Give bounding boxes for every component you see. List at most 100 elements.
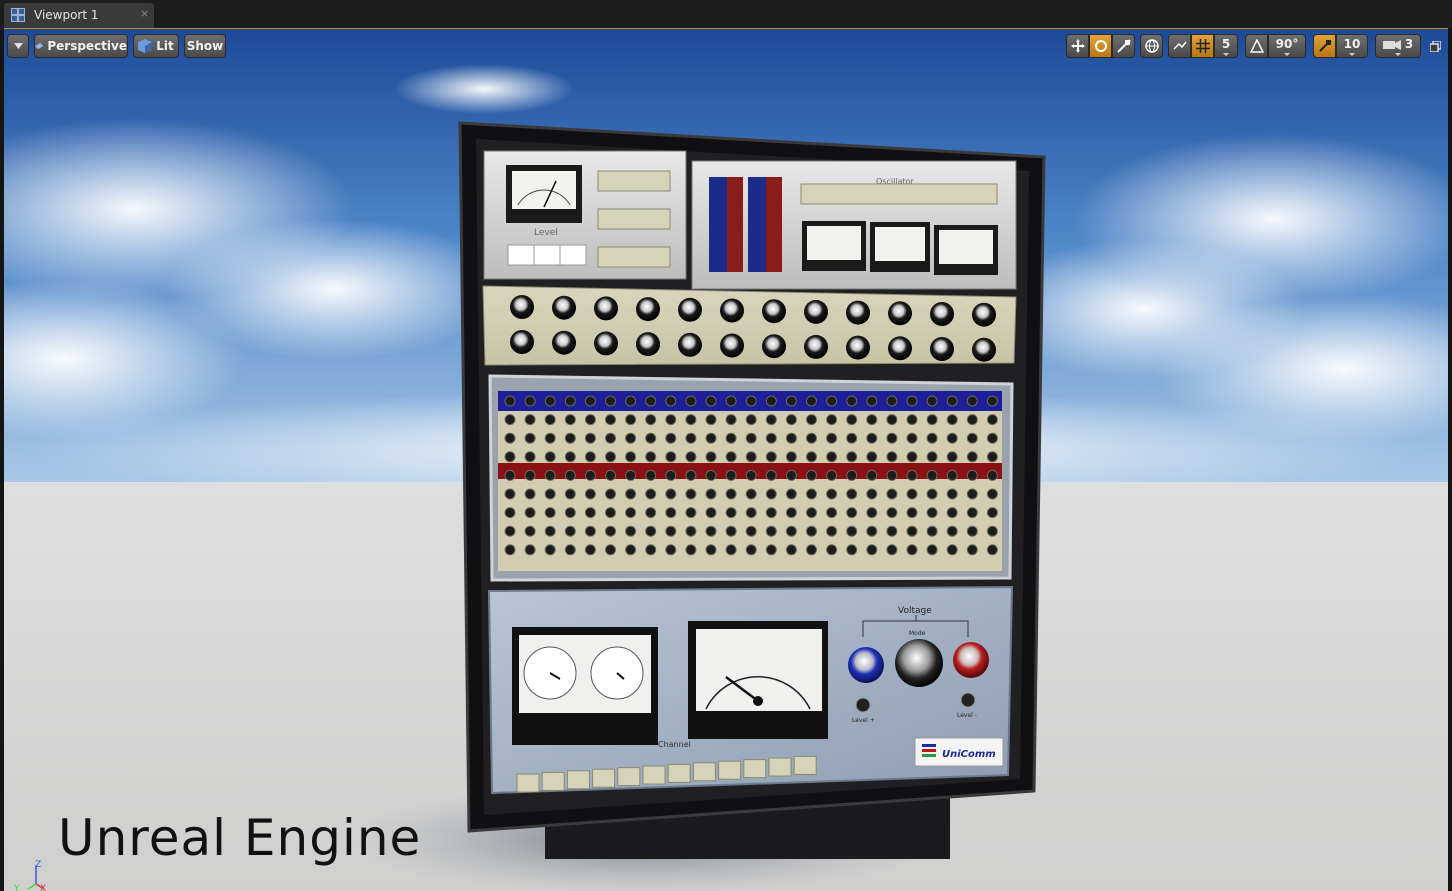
patch-jack[interactable] [886,432,898,444]
patch-jack[interactable] [584,414,596,426]
patch-jack[interactable] [524,432,536,444]
patch-jack[interactable] [986,469,998,481]
patch-jack[interactable] [665,544,677,556]
channel-button[interactable] [541,771,565,791]
channel-button[interactable] [516,773,540,793]
patch-jack[interactable] [806,451,817,463]
patch-jack[interactable] [806,395,817,407]
patch-jack[interactable] [605,395,616,407]
patch-jack[interactable] [544,544,556,556]
patch-jack[interactable] [544,488,556,500]
patch-jack[interactable] [946,525,958,537]
knob[interactable] [804,299,828,324]
patch-jack[interactable] [705,469,717,481]
patch-jack[interactable] [705,451,717,463]
patch-jack[interactable] [806,507,817,519]
patch-jack[interactable] [785,451,797,463]
patch-jack[interactable] [785,432,797,444]
world-local-button[interactable] [1140,34,1163,58]
knob[interactable] [762,334,786,359]
patch-jack[interactable] [605,525,616,537]
level-minus-button[interactable] [960,692,976,708]
viewport-options-button[interactable] [7,34,29,58]
patch-jack[interactable] [605,414,616,426]
patch-jack[interactable] [926,451,938,463]
patch-jack[interactable] [544,525,556,537]
knob[interactable] [846,335,870,360]
grid-snap-button[interactable] [1191,34,1214,58]
scale-snap-button[interactable] [1313,34,1336,58]
patch-jack[interactable] [625,507,637,519]
patch-jack[interactable] [745,469,757,481]
patch-jack[interactable] [826,525,838,537]
lit-button[interactable]: Lit [133,34,179,58]
patch-jack[interactable] [926,414,938,426]
patch-jack[interactable] [544,395,556,407]
patch-jack[interactable] [544,451,556,463]
patch-jack[interactable] [926,469,938,481]
patch-jack[interactable] [906,432,918,444]
rotate-tool-button[interactable] [1089,34,1112,58]
patch-jack[interactable] [866,451,878,463]
patch-jack[interactable] [685,451,697,463]
tab-close-button[interactable]: × [140,7,149,20]
patch-jack[interactable] [986,525,998,537]
knob[interactable] [720,333,744,358]
patch-jack[interactable] [584,395,596,407]
maximize-viewport-button[interactable] [1426,34,1444,58]
patch-jack[interactable] [866,469,878,481]
patch-jack[interactable] [946,544,958,556]
patch-jack[interactable] [886,525,898,537]
patch-jack[interactable] [966,469,978,481]
cabinet[interactable]: Level Oscillator Channel Voltage Mode Le… [458,121,1046,859]
camera-speed-button[interactable]: 3 [1375,34,1421,58]
patch-jack[interactable] [765,469,777,481]
patch-jack[interactable] [685,414,697,426]
patch-jack[interactable] [564,544,576,556]
patch-jack[interactable] [605,451,616,463]
patch-jack[interactable] [725,469,737,481]
patch-jack[interactable] [705,414,717,426]
patch-jack[interactable] [625,395,637,407]
knob[interactable] [804,334,828,359]
patch-jack[interactable] [765,525,777,537]
patch-jack[interactable] [725,451,737,463]
patch-jack[interactable] [564,432,576,444]
patch-jack[interactable] [846,488,858,500]
channel-button[interactable] [617,767,641,787]
patch-jack[interactable] [564,507,576,519]
patch-jack[interactable] [705,525,717,537]
patch-jack[interactable] [665,488,677,500]
patch-jack[interactable] [966,395,978,407]
patch-jack[interactable] [544,507,556,519]
patch-jack[interactable] [625,544,637,556]
patch-jack[interactable] [886,469,898,481]
channel-button[interactable] [692,762,716,782]
knob[interactable] [930,302,954,326]
patch-jack[interactable] [504,395,516,407]
patch-jack[interactable] [785,488,797,500]
patch-jack[interactable] [605,432,616,444]
patch-jack[interactable] [524,395,536,407]
channel-button[interactable] [743,759,767,779]
patch-jack[interactable] [906,469,918,481]
patch-jack[interactable] [806,488,817,500]
patch-jack[interactable] [584,488,596,500]
patch-jack[interactable] [625,488,637,500]
patch-jack[interactable] [564,488,576,500]
channel-button[interactable] [793,755,817,775]
patch-jack[interactable] [564,395,576,407]
patch-jack[interactable] [625,525,637,537]
patch-jack[interactable] [745,525,757,537]
knob[interactable] [762,299,786,324]
patch-jack[interactable] [886,507,898,519]
patch-jack[interactable] [725,507,737,519]
knob[interactable] [930,337,954,361]
patch-jack[interactable] [826,395,838,407]
patch-jack[interactable] [986,507,998,519]
patch-jack[interactable] [504,488,516,500]
knob[interactable] [720,298,744,323]
patch-jack[interactable] [866,395,878,407]
patch-jack[interactable] [645,507,657,519]
patch-jack[interactable] [986,414,998,426]
